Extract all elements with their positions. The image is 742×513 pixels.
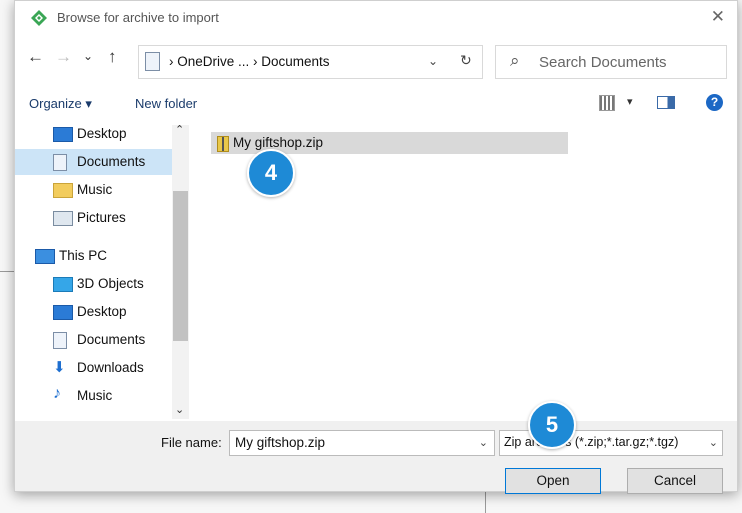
sidebar-item-label: Downloads — [77, 360, 144, 375]
sidebar-item-3d-objects[interactable]: 3D Objects — [15, 271, 173, 297]
desktop-icon — [53, 127, 73, 142]
documents-icon — [53, 154, 67, 171]
scroll-down-icon[interactable]: ⌄ — [175, 403, 184, 416]
file-type-value[interactable]: Zip archives (*.zip;*.tar.gz;*.tgz) — [504, 435, 678, 449]
3d-objects-icon — [53, 277, 73, 292]
file-name-value[interactable]: My giftshop.zip — [235, 435, 325, 450]
refresh-icon[interactable]: ↻ — [460, 52, 472, 69]
command-bar: Organize ▾ New folder ▾ ? — [15, 89, 737, 119]
search-icon: ⌕ — [510, 51, 520, 70]
sidebar-item-label: Documents — [77, 154, 146, 169]
downloads-icon: ⬇ — [53, 359, 66, 376]
view-options-caret-icon[interactable]: ▾ — [627, 95, 633, 108]
sidebar-item-desktop[interactable]: Desktop — [15, 121, 173, 147]
sidebar-item-label: Desktop — [77, 126, 127, 141]
new-folder-button[interactable]: New folder — [135, 96, 197, 111]
sidebar-item-music[interactable]: ♪ Music — [15, 383, 173, 409]
folder-icon — [53, 183, 73, 198]
background-divider — [0, 271, 14, 272]
organize-button[interactable]: Organize ▾ — [29, 96, 92, 112]
sidebar-item-label: Pictures — [77, 210, 126, 225]
pc-icon — [35, 249, 55, 264]
breadcrumb[interactable]: › OneDrive ... › Documents — [169, 54, 330, 69]
address-bar[interactable]: › OneDrive ... › Documents ⌄ ↻ — [138, 45, 483, 79]
view-options-icon[interactable] — [599, 95, 615, 111]
open-button[interactable]: Open — [505, 468, 601, 494]
forward-arrow-icon[interactable]: → — [55, 47, 72, 67]
sidebar-item-label: Music — [77, 182, 113, 197]
navigation-pane: Desktop Documents Music Pictures This PC 3D O… — [15, 121, 187, 421]
sidebar-item-desktop[interactable]: Desktop — [15, 299, 173, 325]
file-type-chevron-icon[interactable]: ⌄ — [705, 436, 718, 449]
sidebar-item-label: This PC — [59, 248, 108, 263]
search-placeholder[interactable]: Search Documents — [539, 54, 667, 71]
sidebar-item-label: Desktop — [77, 304, 127, 319]
sidebar-item-label: Music — [77, 388, 113, 403]
music-icon: ♪ — [53, 385, 61, 402]
scroll-up-icon[interactable]: ⌃ — [175, 123, 184, 136]
sidebar-item-label: 3D Objects — [77, 276, 144, 291]
sidebar-item-documents[interactable]: Documents — [15, 327, 173, 353]
help-icon[interactable]: ? — [706, 94, 723, 111]
title-bar: Browse for archive to import ✕ — [15, 1, 737, 35]
documents-icon — [145, 52, 160, 71]
background-divider — [485, 491, 486, 513]
pictures-icon — [53, 211, 73, 226]
documents-icon — [53, 332, 67, 349]
file-name: My giftshop.zip — [233, 135, 324, 150]
dialog-footer: File name: My giftshop.zip ⌄ Zip archive… — [15, 421, 737, 494]
sidebar-item-pictures[interactable]: Pictures — [15, 205, 173, 231]
up-arrow-icon[interactable]: ↑ — [108, 47, 117, 67]
search-box[interactable]: ⌕ Search Documents — [495, 45, 727, 79]
navigation-bar: ← → ⌄ ↑ › OneDrive ... › Documents ⌄ ↻ ⌕… — [15, 43, 737, 79]
back-arrow-icon[interactable]: ← — [27, 47, 44, 67]
address-dropdown-chevron-icon[interactable]: ⌄ — [428, 54, 438, 68]
browse-dialog: Browse for archive to import ✕ ← → ⌄ ↑ ›… — [14, 0, 738, 494]
close-icon[interactable]: ✕ — [711, 7, 725, 27]
sidebar-item-label: Documents — [77, 332, 146, 347]
app-logo-icon — [31, 10, 47, 26]
file-name-input[interactable]: My giftshop.zip ⌄ — [229, 430, 495, 456]
sidebar-scrollbar-thumb[interactable] — [173, 191, 188, 341]
file-name-dropdown-icon[interactable]: ⌄ — [479, 436, 488, 449]
window-title: Browse for archive to import — [57, 10, 219, 25]
desktop-icon — [53, 305, 73, 320]
sidebar-item-documents[interactable]: Documents — [15, 149, 173, 175]
sidebar-item-music[interactable]: Music — [15, 177, 173, 203]
file-name-label: File name: — [161, 435, 222, 450]
recent-locations-chevron-icon[interactable]: ⌄ — [83, 49, 93, 63]
cancel-button[interactable]: Cancel — [627, 468, 723, 494]
sidebar-item-this-pc[interactable]: This PC — [15, 243, 173, 269]
step-badge-5: 5 — [528, 401, 576, 449]
zip-file-icon — [217, 136, 229, 152]
preview-pane-icon[interactable] — [657, 96, 675, 109]
sidebar-item-downloads[interactable]: ⬇ Downloads — [15, 355, 173, 381]
step-badge-4: 4 — [247, 149, 295, 197]
